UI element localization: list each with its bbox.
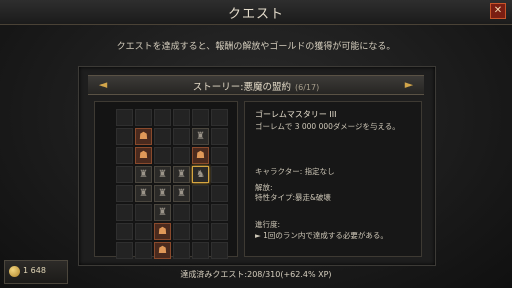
- quest-slot-empty: [211, 147, 228, 164]
- quest-icon: ♜: [177, 188, 186, 199]
- quest-slot-empty: [173, 109, 190, 126]
- completed-quests: 達成済みクエスト:208/310(+62.4% XP): [180, 270, 332, 279]
- quest-slot-empty: [173, 147, 190, 164]
- quest-slot-empty: [211, 109, 228, 126]
- quest-node[interactable]: ☗: [135, 147, 152, 164]
- quest-slot-empty: [116, 204, 133, 221]
- quest-description: クエストを達成すると、報酬の解放やゴールドの獲得が可能になる。: [116, 42, 396, 52]
- quest-slot-empty: [135, 242, 152, 259]
- quest-icon: ♜: [158, 188, 167, 199]
- golem-icon: ☗: [196, 150, 205, 161]
- quest-slot-empty: [154, 147, 171, 164]
- quest-node[interactable]: ☗: [154, 242, 171, 259]
- quest-slot-empty: [192, 242, 209, 259]
- quest-slot-empty: [211, 204, 228, 221]
- golem-icon: ☗: [139, 150, 148, 161]
- story-title: ストーリー:悪魔の盟約 (6/17): [88, 79, 424, 93]
- quest-icon: ♞: [196, 169, 205, 180]
- quest-icon: ♜: [177, 169, 186, 180]
- golem-icon: ☗: [139, 131, 148, 142]
- arrow-right-icon[interactable]: ►: [400, 79, 418, 91]
- quest-slot-empty: [154, 109, 171, 126]
- quest-node[interactable]: ☗: [135, 128, 152, 145]
- quest-slot-empty: [192, 109, 209, 126]
- quest-slot-empty: [116, 166, 133, 183]
- quest-slot-empty: [135, 223, 152, 240]
- quest-node[interactable]: ♜: [154, 204, 171, 221]
- quest-slot-empty: [116, 185, 133, 202]
- quest-node[interactable]: ☗: [154, 223, 171, 240]
- quest-node[interactable]: ☗: [192, 147, 209, 164]
- quest-slot-empty: [116, 242, 133, 259]
- quest-name: ゴーレムマスタリー III: [255, 110, 337, 119]
- character-row: キャラクター: 指定なし: [255, 166, 335, 177]
- quest-icon: ♜: [158, 169, 167, 180]
- quest-node[interactable]: ♜: [192, 128, 209, 145]
- golem-icon: ☗: [158, 226, 167, 237]
- quest-slot-empty: [116, 109, 133, 126]
- quest-slot-empty: [192, 223, 209, 240]
- quest-slot-empty: [211, 185, 228, 202]
- page-title: クエスト: [227, 7, 284, 22]
- quest-slot-empty: [211, 242, 228, 259]
- quest-slot-empty: [173, 128, 190, 145]
- progress-label: 進行度:: [255, 220, 281, 229]
- story-name: ストーリー:悪魔の盟約: [192, 82, 291, 93]
- quest-icon: ♜: [139, 169, 148, 180]
- quest-slot-empty: [116, 147, 133, 164]
- quest-slot-empty: [154, 128, 171, 145]
- quest-node[interactable]: ♞: [192, 166, 209, 183]
- quest-node[interactable]: ♜: [154, 185, 171, 202]
- close-icon: ✕: [493, 5, 503, 16]
- quest-slot-empty: [211, 128, 228, 145]
- quest-icon: ♜: [196, 131, 205, 142]
- quest-slot-empty: [192, 185, 209, 202]
- quest-slot-empty: [192, 204, 209, 221]
- character-label: キャラクター:: [255, 167, 303, 176]
- quest-icon: ♜: [139, 188, 148, 199]
- quest-slot-empty: [116, 128, 133, 145]
- quest-grid-panel: ☗ ♜ ☗ ☗ ♜ ♜ ♜ ♞ ♜ ♜ ♜ ♜ ☗ ☗: [94, 101, 238, 259]
- quest-node[interactable]: ♜: [135, 185, 152, 202]
- quest-node[interactable]: ♜: [135, 166, 152, 183]
- quest-node[interactable]: ♜: [173, 166, 190, 183]
- unlock-value: 特性タイプ:暴走&破壊: [255, 193, 331, 202]
- quest-node[interactable]: ♜: [154, 166, 171, 183]
- quest-detail-panel: ゴーレムマスタリー III ゴーレムで 3 000 000ダメージを与える。 キ…: [244, 101, 422, 257]
- quest-slot-empty: [211, 166, 228, 183]
- quest-slot-empty: [173, 242, 190, 259]
- quest-slot-empty: [135, 204, 152, 221]
- quest-slot-empty: [135, 109, 152, 126]
- quest-icon: ♜: [158, 207, 167, 218]
- story-selector: ◄ ストーリー:悪魔の盟約 (6/17) ►: [88, 75, 424, 95]
- quest-node[interactable]: ♜: [173, 185, 190, 202]
- title-bar: クエスト ✕: [0, 0, 512, 25]
- quest-slot-empty: [173, 204, 190, 221]
- golem-icon: ☗: [158, 245, 167, 256]
- quest-slot-empty: [211, 223, 228, 240]
- quest-grid: ☗ ♜ ☗ ☗ ♜ ♜ ♜ ♞ ♜ ♜ ♜ ♜ ☗ ☗: [116, 109, 228, 259]
- quest-slot-empty: [116, 223, 133, 240]
- story-progress: (6/17): [294, 83, 320, 92]
- close-button[interactable]: ✕: [490, 3, 506, 19]
- progress-value: ► 1回のラン内で達成する必要がある。: [255, 231, 388, 240]
- quest-slot-empty: [173, 223, 190, 240]
- quest-description-text: ゴーレムで 3 000 000ダメージを与える。: [255, 122, 400, 131]
- character-value: 指定なし: [304, 167, 335, 176]
